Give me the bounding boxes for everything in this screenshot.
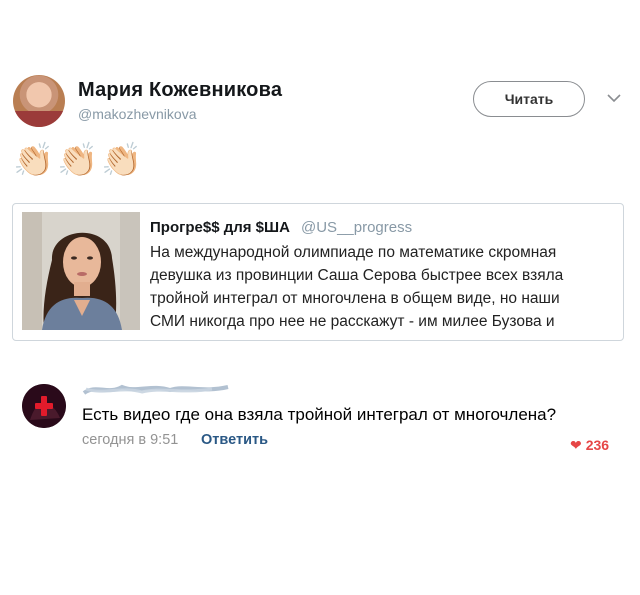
comment-text: Есть видео где она взяла тройной интегра… — [82, 405, 557, 424]
author-name[interactable]: Мария Кожевникова — [78, 79, 282, 102]
clapping-hands-emoji: 👏🏻 — [13, 141, 55, 178]
like-button[interactable]: ❤ 236 — [570, 437, 609, 453]
emoji-row: 👏🏻 👏🏻 👏🏻 — [13, 140, 142, 180]
quoted-tweet-photo[interactable] — [22, 212, 140, 330]
clapping-hands-emoji: 👏🏻 — [101, 141, 143, 178]
quoted-author-name[interactable]: Прогре$$ для $ША — [150, 219, 290, 236]
quoted-text-line: СМИ никогда про нее не расскажут - им ми… — [150, 313, 555, 330]
quoted-tweet-text: На международной олимпиаде по математике… — [150, 241, 590, 333]
follow-button[interactable]: Читать — [473, 81, 585, 117]
commenter-name-blurred[interactable] — [82, 381, 232, 397]
heart-icon: ❤ — [570, 437, 582, 453]
chevron-down-icon[interactable] — [606, 92, 622, 104]
like-count: 236 — [585, 437, 610, 453]
author-avatar[interactable] — [13, 75, 65, 127]
author-handle[interactable]: @makozhevnikova — [78, 106, 197, 122]
quoted-text-line: девушка из провинции Саша Серова быстрее… — [150, 267, 564, 284]
quoted-author-handle[interactable]: @US__progress — [301, 219, 412, 236]
commenter-avatar[interactable] — [22, 384, 66, 428]
quoted-text-line: тройной интеграл от многочлена в общем в… — [150, 290, 560, 307]
reply-link[interactable]: Ответить — [201, 432, 268, 448]
quoted-text-line: На международной олимпиаде по математике… — [150, 244, 557, 261]
clapping-hands-emoji: 👏🏻 — [57, 141, 99, 178]
comment-timestamp[interactable]: сегодня в 9:51 — [82, 432, 178, 448]
